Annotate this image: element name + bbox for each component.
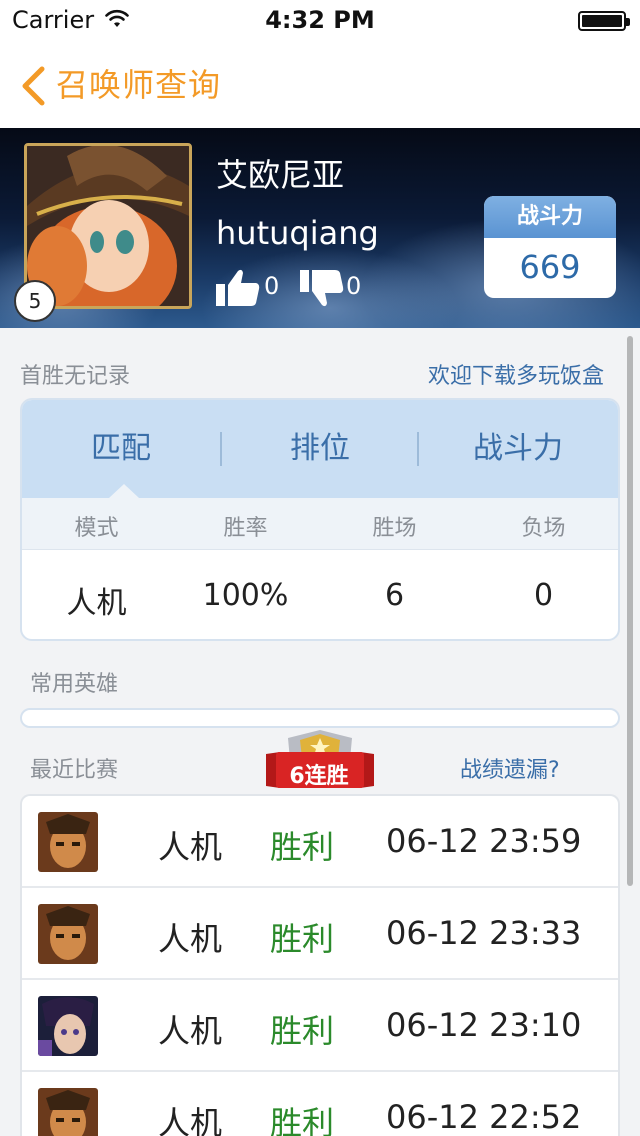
power-value: 669 [519,248,581,286]
match-mode: 人机 [158,1104,223,1136]
match-mode: 人机 [158,920,223,958]
profile-header: 5 艾欧尼亚 hutuqiang 0 0 战斗力 669 [0,128,640,328]
match-time: 06-12 22:52 [386,1098,582,1136]
first-win-label: 首胜无记录 [20,364,131,389]
summoner-name: hutuqiang [216,214,379,252]
common-heroes-label: 常用英雄 [30,672,119,697]
active-tab-indicator [109,484,139,498]
stat-mode: 人机 [66,586,127,621]
stats-row: 人机 100% 6 0 [22,550,618,639]
column-winrate: 胜率 [223,516,268,541]
scrollbar[interactable] [627,336,633,886]
status-bar: Carrier 4:32 PM [0,0,640,40]
match-time: 06-12 23:10 [386,1006,582,1044]
match-time: 06-12 23:59 [386,822,582,860]
level-badge: 5 [14,280,56,322]
stat-winrate: 100% [202,578,289,613]
tab-power[interactable]: 战斗力 [419,400,617,498]
match-row[interactable]: 人机 胜利 06-12 22:52 [22,1072,618,1136]
stat-wins: 6 [384,578,405,613]
power-card: 战斗力 669 [484,196,616,298]
match-row[interactable]: 人机 胜利 06-12 23:10 [22,980,618,1072]
stats-card: 匹配 排位 战斗力 模式 胜率 胜场 负场 人机 100% 6 0 [20,398,620,641]
navigation-bar: 召唤师查询 [0,40,640,128]
thumbs-down-icon[interactable] [300,268,344,308]
match-result: 胜利 [270,920,335,958]
thumbs-up-icon[interactable] [216,268,260,308]
hero-portrait-icon [38,812,98,872]
streak-text: 6连胜 [289,764,349,789]
match-row[interactable]: 人机 胜利 06-12 23:33 [22,888,618,980]
match-result: 胜利 [270,828,335,866]
tab-ranked[interactable]: 排位 [221,400,419,498]
missing-record-link[interactable]: 战绩遗漏? [460,752,560,784]
column-wins: 胜场 [372,516,417,541]
hero-portrait-icon [38,904,98,964]
battery-icon [578,11,630,31]
hero-portrait-icon [38,1088,98,1136]
match-mode: 人机 [158,1012,223,1050]
match-result: 胜利 [270,1104,335,1136]
match-mode: 人机 [158,828,223,866]
likes-count: 0 [264,272,280,300]
recent-matches-label: 最近比赛 [30,758,119,783]
match-time: 06-12 23:33 [386,914,582,952]
server-name: 艾欧尼亚 [216,156,345,194]
hero-portrait-icon [38,996,98,1056]
match-row[interactable]: 人机 胜利 06-12 23:59 [22,796,618,888]
stat-losses: 0 [533,578,554,613]
status-time: 4:32 PM [265,6,375,34]
avatar [24,143,192,309]
common-heroes-list [20,708,620,728]
back-button-title[interactable]: 召唤师查询 [56,60,221,106]
stats-header-row: 模式 胜率 胜场 负场 [22,498,618,550]
dislikes-count: 0 [346,272,362,300]
download-link[interactable]: 欢迎下载多玩饭盒 [428,358,604,390]
column-mode: 模式 [74,516,119,541]
column-losses: 负场 [521,516,566,541]
streak-badge: 6连胜 [266,730,374,794]
power-label: 战斗力 [484,196,616,238]
match-result: 胜利 [270,1012,335,1050]
chevron-left-icon[interactable] [20,66,46,106]
match-list: 人机 胜利 06-12 23:59 人机 胜利 06-12 23:33 人机 胜… [20,794,620,1136]
